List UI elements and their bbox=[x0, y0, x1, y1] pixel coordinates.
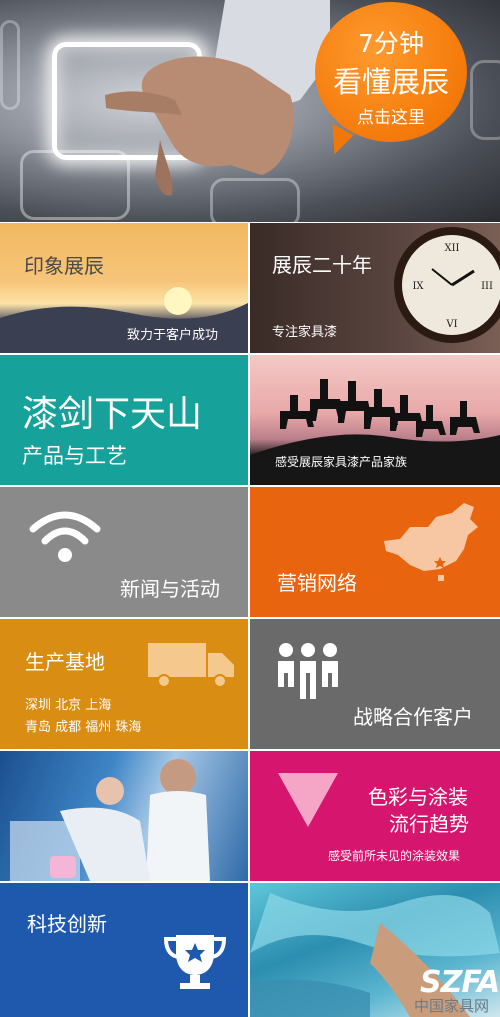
tile-production[interactable]: 生产基地 深圳 北京 上海 青岛 成都 福州 珠海 bbox=[0, 619, 248, 749]
tile-title: 营销网络 bbox=[277, 571, 357, 595]
tile-subtitle: 感受前所未见的涂装效果 bbox=[328, 849, 461, 863]
tile-title: 印象展辰 bbox=[24, 254, 104, 278]
svg-text:VI: VI bbox=[445, 319, 457, 330]
people-group-icon bbox=[278, 643, 338, 699]
bubble-line-3: 点击这里 bbox=[357, 108, 425, 128]
tile-subtitle: 致力于客户成功 bbox=[127, 328, 219, 343]
tile-partners[interactable]: 战略合作客户 bbox=[250, 619, 500, 749]
truck-icon bbox=[148, 643, 234, 688]
svg-text:III: III bbox=[481, 281, 493, 292]
tile-color-trends[interactable]: 色彩与涂装 流行趋势 感受前所未见的涂装效果 bbox=[250, 751, 500, 881]
diamond-icon bbox=[278, 773, 338, 827]
tile-title: 漆剑下天山 bbox=[22, 394, 203, 435]
tile-fashion-image[interactable]: SZFA 中国家具网 bbox=[250, 883, 500, 1017]
lab-scientists-image bbox=[10, 759, 210, 881]
tile-subtitle: 专注家具漆 bbox=[272, 325, 338, 340]
tile-network[interactable]: 营销网络 bbox=[250, 487, 500, 617]
tile-title: 战略合作客户 bbox=[353, 705, 473, 729]
wifi-icon bbox=[29, 511, 101, 562]
tile-news[interactable]: 新闻与活动 bbox=[0, 487, 248, 617]
watermark-site: 中国家具网 bbox=[414, 997, 490, 1015]
tile-lab-image[interactable] bbox=[0, 751, 248, 881]
tile-title: 新闻与活动 bbox=[120, 577, 220, 601]
trophy-icon bbox=[164, 935, 226, 989]
bubble-line-2: 看懂展辰 bbox=[332, 65, 449, 99]
tile-title-line-1: 色彩与涂装 bbox=[368, 785, 468, 809]
bubble-line-1: 7分钟 bbox=[358, 29, 424, 58]
tile-title: 生产基地 bbox=[25, 650, 105, 674]
tile-title: 科技创新 bbox=[27, 912, 107, 936]
cities-line-1: 深圳 北京 上海 bbox=[25, 698, 112, 713]
tile-product-family[interactable]: 感受展辰家具漆产品家族 bbox=[250, 355, 500, 485]
china-map-icon bbox=[384, 503, 478, 581]
tile-twenty-years[interactable]: XII III VI IX 展辰二十年 专注家具漆 bbox=[250, 223, 500, 353]
cities-line-2: 青岛 成都 福州 珠海 bbox=[25, 720, 142, 735]
svg-text:XII: XII bbox=[444, 243, 459, 254]
tile-tech[interactable]: 科技创新 bbox=[0, 883, 248, 1017]
tile-title-line-2: 流行趋势 bbox=[389, 812, 469, 836]
tile-caption: 感受展辰家具漆产品家族 bbox=[275, 455, 408, 469]
tile-subtitle: 产品与工艺 bbox=[22, 444, 127, 468]
hero-banner[interactable]: 7分钟 看懂展辰 点击这里 bbox=[0, 0, 500, 222]
tile-title: 展辰二十年 bbox=[272, 253, 372, 277]
tile-products[interactable]: 漆剑下天山 产品与工艺 bbox=[0, 355, 248, 485]
quick-tour-bubble[interactable]: 7分钟 看懂展辰 点击这里 bbox=[315, 2, 467, 142]
tile-impression[interactable]: 印象展辰 致力于客户成功 bbox=[0, 223, 248, 353]
svg-text:IX: IX bbox=[412, 281, 424, 292]
